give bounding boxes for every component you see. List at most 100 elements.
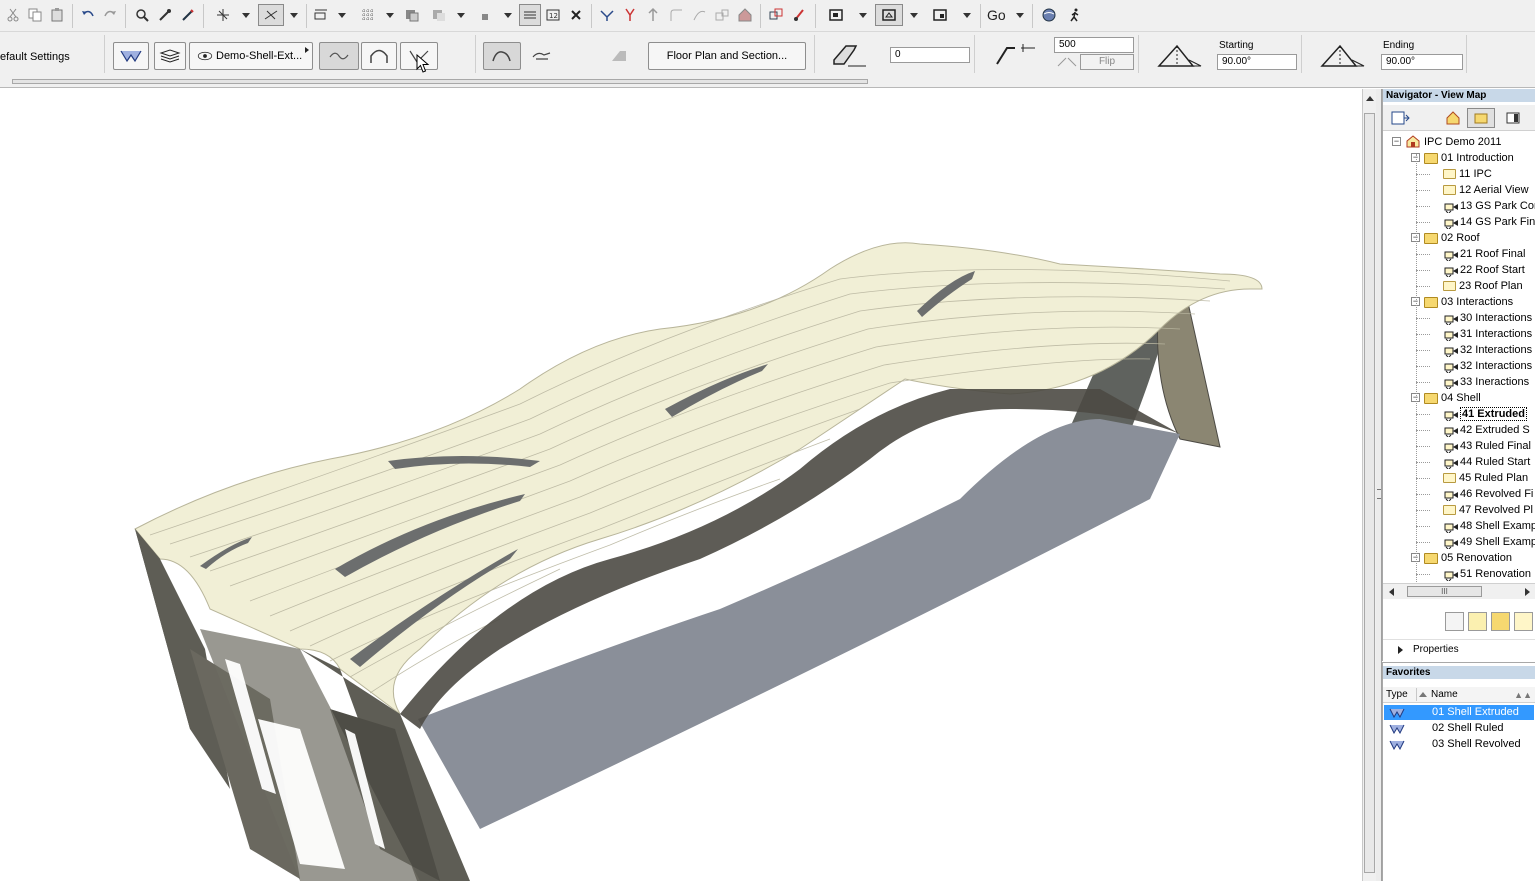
tree-item[interactable]: 47 Revolved Pl: [1443, 502, 1533, 518]
undo-icon[interactable]: [77, 4, 99, 26]
tree-item[interactable]: 13 GS Park Cor: [1443, 198, 1535, 214]
navigator-horizontal-scrollbar[interactable]: III: [1383, 583, 1535, 599]
trim-icon[interactable]: [310, 4, 332, 26]
eyedropper-icon[interactable]: [154, 4, 176, 26]
split-icon[interactable]: [619, 4, 641, 26]
offset-icon[interactable]: [688, 4, 710, 26]
dimension-icon[interactable]: 12: [542, 4, 564, 26]
tree-item[interactable]: 11 IPC: [1443, 166, 1492, 182]
layer-combo[interactable]: Demo-Shell-Ext...: [189, 42, 313, 70]
revolved-shell-button[interactable]: [361, 42, 397, 70]
tree-item[interactable]: 41 Extruded: [1443, 406, 1527, 422]
flip-button[interactable]: Flip: [1080, 54, 1134, 70]
redo-icon[interactable]: [99, 4, 121, 26]
close-x-icon[interactable]: [565, 4, 587, 26]
magic-wand-dropdown[interactable]: [240, 4, 252, 26]
floor-plan-dropdown[interactable]: [857, 4, 869, 26]
properties-expander[interactable]: Properties: [1383, 639, 1535, 659]
tree-item[interactable]: 49 Shell Examp: [1443, 534, 1535, 550]
fillet-icon[interactable]: [665, 4, 687, 26]
suspend-groups-icon[interactable]: [258, 4, 284, 26]
tree-item[interactable]: 05 Renovation: [1424, 550, 1512, 566]
tree-item[interactable]: 51 Renovation: [1443, 566, 1531, 582]
find-select-icon[interactable]: [131, 4, 153, 26]
roof-icon[interactable]: [734, 4, 756, 26]
tree-item[interactable]: 02 Roof: [1424, 230, 1480, 246]
splitter-grip-icon[interactable]: [1377, 489, 1381, 499]
floor-plan-and-section-button[interactable]: Floor Plan and Section...: [648, 42, 806, 70]
tree-item[interactable]: 23 Roof Plan: [1443, 278, 1523, 294]
scroll-right-arrow-icon[interactable]: [1525, 588, 1530, 596]
view-map-icon[interactable]: [1467, 108, 1495, 128]
paint-icon[interactable]: [788, 4, 810, 26]
scrollbar-thumb[interactable]: [12, 79, 868, 84]
viewport-vertical-scrollbar[interactable]: [1362, 89, 1376, 881]
go-dropdown[interactable]: [1014, 4, 1026, 26]
adjust-icon[interactable]: [642, 4, 664, 26]
syringe-icon[interactable]: [177, 4, 199, 26]
resize-icon[interactable]: [711, 4, 733, 26]
info-box-scrollbar[interactable]: [0, 76, 1535, 88]
favorite-item[interactable]: 03 Shell Revolved: [1384, 737, 1534, 752]
shape-contour-button[interactable]: [483, 42, 521, 70]
column-type-header[interactable]: Type: [1386, 689, 1408, 700]
tree-item[interactable]: 46 Revolved Fi: [1443, 486, 1533, 502]
house-icon[interactable]: [1439, 108, 1467, 128]
snap-dropdown[interactable]: [286, 4, 302, 26]
project-map-icon[interactable]: [1385, 108, 1415, 128]
trim-dropdown[interactable]: [336, 4, 348, 26]
tree-item[interactable]: 03 Interactions: [1424, 294, 1513, 310]
layer-settings-icon[interactable]: [519, 4, 541, 26]
shell-tool-button[interactable]: [113, 42, 149, 70]
shading-button[interactable]: [600, 42, 636, 70]
3d-window-viewport[interactable]: [0, 89, 1362, 881]
tree-item[interactable]: 44 Ruled Start: [1443, 454, 1530, 470]
tree-item[interactable]: 21 Roof Final: [1443, 246, 1525, 262]
walk-icon[interactable]: [1064, 4, 1086, 26]
layout-dropdown[interactable]: [961, 4, 973, 26]
scroll-left-arrow-icon[interactable]: [1389, 588, 1394, 596]
favorite-item[interactable]: 01 Shell Extruded: [1384, 705, 1534, 720]
tree-item[interactable]: 14 GS Park Fina: [1443, 214, 1535, 230]
column-name-header[interactable]: Name: [1431, 689, 1458, 700]
tree-item[interactable]: 22 Roof Start: [1443, 262, 1525, 278]
tree-item[interactable]: 31 Interactions: [1443, 326, 1532, 342]
3d-window-icon[interactable]: [875, 4, 903, 26]
tree-item[interactable]: 12 Aerial View: [1443, 182, 1529, 198]
tree-item[interactable]: 32 Interactions: [1443, 358, 1532, 374]
contour-hole-button[interactable]: [524, 42, 560, 70]
send-backward-icon[interactable]: [428, 4, 450, 26]
layout-view-icon[interactable]: [929, 4, 951, 26]
column-resize-icon[interactable]: ▲▲: [1514, 690, 1532, 700]
starting-angle-field[interactable]: 90.00°: [1217, 54, 1297, 70]
tree-item[interactable]: 01 Introduction: [1424, 150, 1514, 166]
cut-icon[interactable]: [2, 4, 24, 26]
save-view-icon[interactable]: [1514, 612, 1533, 631]
explore-globe-icon[interactable]: [1038, 4, 1060, 26]
default-settings-label[interactable]: efault Settings: [0, 51, 70, 63]
layout-book-icon[interactable]: [1499, 108, 1527, 128]
favorite-item[interactable]: 02 Shell Ruled: [1384, 721, 1534, 736]
new-folder-icon[interactable]: [1468, 612, 1487, 631]
paste-icon[interactable]: [46, 4, 68, 26]
arrange-dropdown[interactable]: [455, 4, 467, 26]
tree-item[interactable]: 32 Interactions: [1443, 342, 1532, 358]
clone-folder-icon[interactable]: [1491, 612, 1510, 631]
extruded-shell-button[interactable]: [319, 42, 359, 70]
scroll-up-arrow-icon[interactable]: [1366, 96, 1374, 101]
bring-forward-icon[interactable]: [401, 4, 423, 26]
tree-item[interactable]: 04 Shell: [1424, 390, 1481, 406]
tree-item[interactable]: 48 Shell Examp: [1443, 518, 1535, 534]
tree-item[interactable]: 42 Extruded S: [1443, 422, 1530, 438]
scrollbar-thumb[interactable]: III: [1407, 586, 1482, 597]
grid-snap-icon[interactable]: [357, 4, 379, 26]
go-label[interactable]: Go: [987, 7, 1006, 23]
tree-item[interactable]: 30 Interactions: [1443, 310, 1532, 326]
grid-dropdown[interactable]: [384, 4, 396, 26]
layer-icon-button[interactable]: [154, 42, 186, 70]
intersect-icon[interactable]: [596, 4, 618, 26]
tree-item[interactable]: 45 Ruled Plan: [1443, 470, 1528, 486]
ending-angle-field[interactable]: 90.00°: [1381, 54, 1463, 70]
scrollbar-thumb[interactable]: [1364, 113, 1375, 873]
tree-item[interactable]: 33 Ineractions: [1443, 374, 1529, 390]
